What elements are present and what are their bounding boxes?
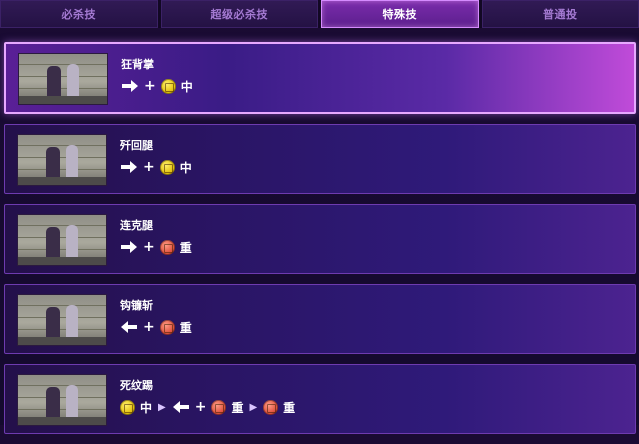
move-name: 歼回腿 — [120, 137, 153, 153]
tab-normal-throws[interactable]: 普通投 — [482, 0, 639, 28]
move-command: +中 — [120, 157, 192, 177]
tab-unique-moves[interactable]: 特殊技 — [321, 0, 479, 28]
red-punch-button-icon — [211, 400, 226, 415]
strength-label: 中 — [180, 159, 192, 176]
move-command: +中 — [121, 76, 193, 96]
tab-super-moves[interactable]: 超级必杀技 — [161, 0, 319, 28]
plus-sign: + — [144, 78, 156, 94]
sequence-arrow-icon: ▶ — [249, 402, 257, 413]
strength-label: 重 — [180, 239, 192, 256]
move-preview-thumbnail — [17, 134, 107, 186]
arrow-right-icon — [120, 160, 138, 174]
strength-label: 重 — [180, 319, 192, 336]
red-punch-button-icon — [160, 320, 175, 335]
red-punch-button-icon — [263, 400, 278, 415]
strength-label: 重 — [283, 399, 295, 416]
yellow-kick-button-icon — [161, 79, 176, 94]
tab-special-moves[interactable]: 必杀技 — [0, 0, 158, 28]
arrow-right-icon — [120, 240, 138, 254]
plus-sign: + — [143, 319, 155, 335]
strength-label: 中 — [140, 399, 152, 416]
move-name: 钩镰斩 — [120, 297, 153, 313]
move-command: +重 — [120, 237, 192, 257]
move-row[interactable]: 狂背掌 +中 — [4, 42, 636, 114]
plus-sign: + — [143, 239, 155, 255]
move-name: 狂背掌 — [121, 56, 154, 72]
move-category-tabs: 必杀技 超级必杀技 特殊技 普通投 — [0, 0, 639, 28]
move-preview-thumbnail — [17, 214, 107, 266]
strength-label: 中 — [181, 78, 193, 95]
move-preview-thumbnail — [17, 374, 107, 426]
move-row[interactable]: 死纹踢 中 ▶ + 重 ▶ 重 — [4, 364, 636, 434]
yellow-kick-button-icon — [160, 160, 175, 175]
move-name: 死纹踢 — [120, 377, 153, 393]
plus-sign: + — [195, 399, 207, 415]
move-preview-thumbnail — [17, 294, 107, 346]
arrow-left-icon — [120, 320, 138, 334]
yellow-kick-button-icon — [120, 400, 135, 415]
arrow-right-icon — [121, 79, 139, 93]
plus-sign: + — [143, 159, 155, 175]
red-punch-button-icon — [160, 240, 175, 255]
sequence-arrow-icon: ▶ — [158, 402, 166, 413]
move-command: 中 ▶ + 重 ▶ 重 — [120, 397, 295, 417]
move-row[interactable]: 连克腿 +重 — [4, 204, 636, 274]
move-preview-thumbnail — [18, 53, 108, 105]
strength-label: 重 — [231, 399, 243, 416]
arrow-left-icon — [172, 400, 190, 414]
move-list: 狂背掌 +中 歼回腿 +中 连克腿 +重 钩镰斩 +重 死纹踢 中▶+重▶重 — [4, 42, 636, 444]
move-row[interactable]: 钩镰斩 +重 — [4, 284, 636, 354]
move-command: +重 — [120, 317, 192, 337]
move-row[interactable]: 歼回腿 +中 — [4, 124, 636, 194]
move-name: 连克腿 — [120, 217, 153, 233]
